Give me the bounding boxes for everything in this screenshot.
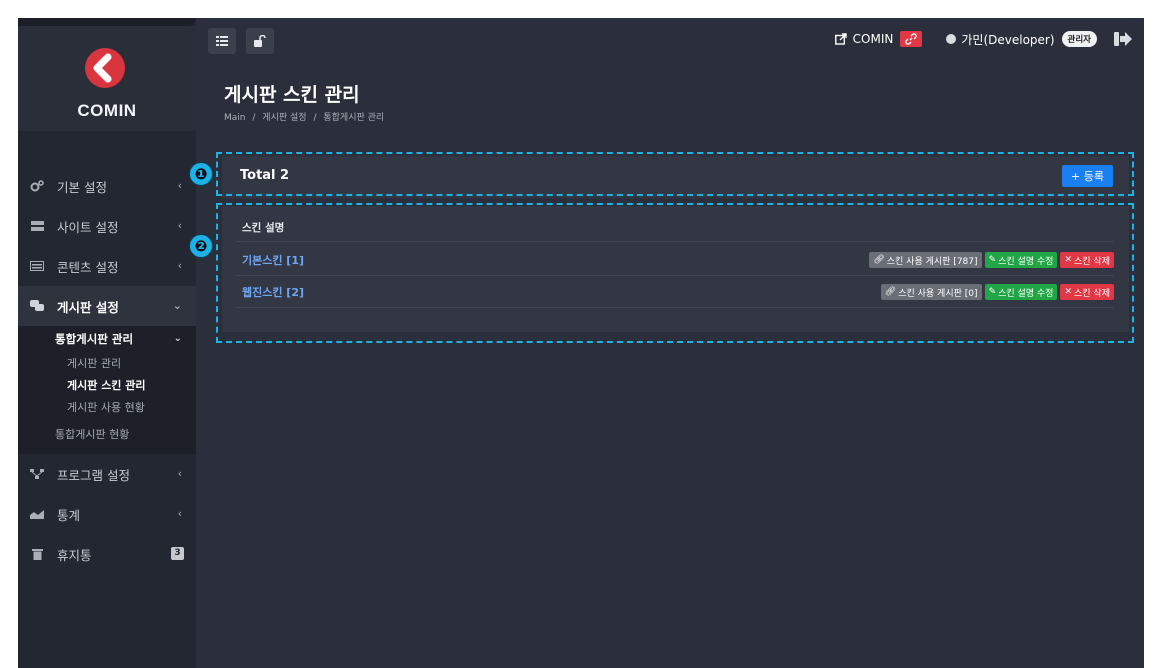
annotation-box-table (216, 203, 1134, 343)
sidebar-item-basic-settings[interactable]: 기본 설정 ‹ (18, 166, 196, 206)
sidebar-item-content-settings[interactable]: 콘텐츠 설정 ‹ (18, 246, 196, 286)
sidebar-item-label: 프로그램 설정 (57, 467, 130, 483)
user-menu[interactable]: 가민(Developer) 관리자 (946, 31, 1097, 48)
sidebar-item-trash[interactable]: 휴지통 3 (18, 534, 196, 574)
sidebar-item-label: 통계 (57, 507, 81, 523)
toggle-list-button[interactable] (208, 28, 236, 54)
breadcrumb-separator: / (313, 113, 317, 123)
sidebar-item-site-settings[interactable]: 사이트 설정 ‹ (18, 206, 196, 246)
sidebar: COMIN 기본 설정 ‹ 사이트 설정 ‹ 콘텐츠 설정 ‹ 게시판 설정 ⌄… (18, 18, 196, 668)
server-icon (29, 220, 45, 232)
user-icon (946, 34, 957, 44)
chevron-left-icon: ‹ (177, 179, 182, 192)
comments-icon (29, 300, 45, 312)
annotation-box-total (216, 152, 1134, 196)
chevron-down-icon: ⌄ (172, 299, 182, 312)
site-link[interactable]: COMIN (834, 31, 923, 47)
annotation-marker-1: ❶ (189, 162, 213, 186)
submenu-board-management[interactable]: 통합게시판 관리 ⌄ (18, 326, 196, 352)
user-name: 가민(Developer) (961, 32, 1055, 47)
comin-logo-icon (85, 48, 125, 88)
unlock-icon (254, 35, 266, 47)
external-link-icon (834, 33, 847, 45)
sign-out-icon[interactable] (1114, 31, 1132, 47)
submenu-item-board-usage[interactable]: 게시판 사용 현황 (18, 396, 196, 418)
brand-area[interactable]: COMIN (18, 26, 196, 131)
sidebar-item-label: 기본 설정 (57, 179, 107, 195)
submenu-board-status[interactable]: 통합게시판 현황 (18, 418, 196, 450)
chevron-left-icon: ‹ (177, 259, 182, 272)
submenu-item-board-skin-manage[interactable]: 게시판 스킨 관리 (18, 374, 196, 396)
breadcrumb-board-settings[interactable]: 게시판 설정 (262, 113, 306, 123)
app-frame: COMIN 기본 설정 ‹ 사이트 설정 ‹ 콘텐츠 설정 ‹ 게시판 설정 ⌄… (18, 18, 1144, 668)
sidebar-item-program-settings[interactable]: 프로그램 설정 ‹ (18, 454, 196, 494)
trash-count-badge: 3 (171, 547, 184, 560)
sidebar-item-label: 게시판 설정 (57, 299, 119, 315)
sidebar-item-board-settings[interactable]: 게시판 설정 ⌄ (18, 286, 196, 326)
board-settings-submenu: 통합게시판 관리 ⌄ 게시판 관리 게시판 스킨 관리 게시판 사용 현황 통합… (18, 326, 196, 454)
chevron-left-icon: ‹ (177, 219, 182, 232)
sitemap-icon (29, 468, 45, 480)
submenu-item-board-manage[interactable]: 게시판 관리 (18, 352, 196, 374)
sidebar-item-label: 콘텐츠 설정 (57, 259, 119, 275)
page-title: 게시판 스킨 관리 (224, 84, 360, 106)
link-icon[interactable] (900, 31, 923, 47)
breadcrumb-separator: / (252, 113, 256, 123)
sidebar-item-label: 휴지통 (57, 547, 92, 563)
brand-name: COMIN (77, 101, 137, 120)
keyboard-icon (29, 260, 45, 272)
area-chart-icon (29, 508, 45, 520)
annotation-marker-2: ❷ (189, 234, 213, 258)
breadcrumb-board-management[interactable]: 통합게시판 관리 (323, 113, 384, 123)
breadcrumb-main[interactable]: Main (224, 113, 246, 123)
chevron-down-icon: ⌄ (173, 333, 182, 344)
top-right-bar: COMIN 가민(Developer) 관리자 (834, 28, 1132, 50)
breadcrumb: Main / 게시판 설정 / 통합게시판 관리 (224, 110, 388, 123)
trash-icon (29, 548, 45, 560)
unlock-button[interactable] (246, 28, 274, 54)
sidebar-item-label: 사이트 설정 (57, 219, 119, 235)
sidebar-top-strip (18, 18, 196, 26)
sidebar-item-statistics[interactable]: 통계 ‹ (18, 494, 196, 534)
list-icon (216, 36, 228, 46)
sidebar-menu: 기본 설정 ‹ 사이트 설정 ‹ 콘텐츠 설정 ‹ 게시판 설정 ⌄ 통합게시판… (18, 166, 196, 574)
gears-icon (29, 180, 45, 192)
role-badge: 관리자 (1061, 31, 1097, 47)
chevron-left-icon: ‹ (177, 467, 182, 480)
chevron-left-icon: ‹ (177, 507, 182, 520)
